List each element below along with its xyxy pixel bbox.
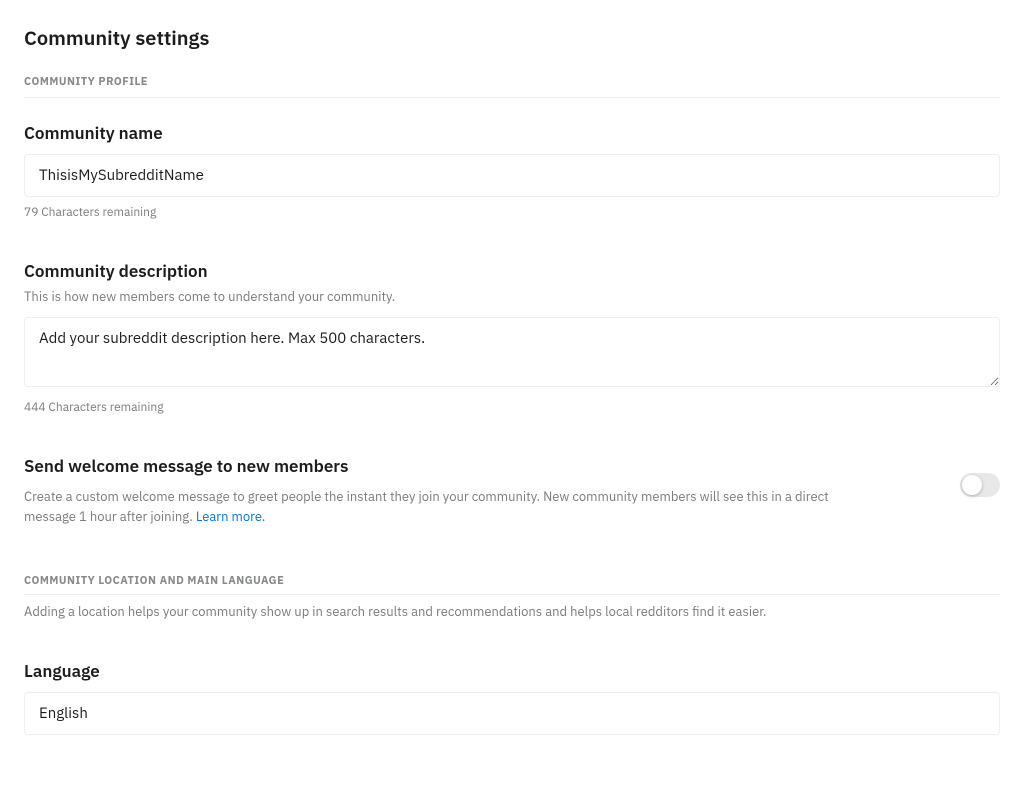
language-input[interactable] xyxy=(24,692,1000,735)
learn-more-link[interactable]: Learn more. xyxy=(196,508,265,525)
community-name-group: Community name 79 Characters remaining xyxy=(24,122,1000,220)
welcome-message-desc-text: Create a custom welcome message to greet… xyxy=(24,488,829,525)
community-description-group: Community description This is how new me… xyxy=(24,260,1000,415)
community-name-remaining: 79 Characters remaining xyxy=(24,205,1000,220)
welcome-message-label: Send welcome message to new members xyxy=(24,455,840,477)
community-name-label: Community name xyxy=(24,122,1000,144)
section-header-profile: COMMUNITY PROFILE xyxy=(24,75,1000,98)
language-group: Language xyxy=(24,660,1000,735)
page-title: Community settings xyxy=(24,24,1000,51)
community-description-label: Community description xyxy=(24,260,1000,282)
community-description-remaining: 444 Characters remaining xyxy=(24,400,1000,415)
section-location-desc: Adding a location helps your community s… xyxy=(24,603,1000,620)
language-label: Language xyxy=(24,660,1000,682)
section-header-location: COMMUNITY LOCATION AND MAIN LANGUAGE xyxy=(24,574,1000,595)
welcome-message-desc: Create a custom welcome message to greet… xyxy=(24,487,840,526)
welcome-message-toggle[interactable] xyxy=(960,473,1000,497)
community-description-input[interactable] xyxy=(24,317,1000,387)
toggle-knob xyxy=(962,475,982,495)
community-name-input[interactable] xyxy=(24,154,1000,197)
welcome-message-row: Send welcome message to new members Crea… xyxy=(24,455,1000,526)
community-description-helper: This is how new members come to understa… xyxy=(24,288,1000,305)
